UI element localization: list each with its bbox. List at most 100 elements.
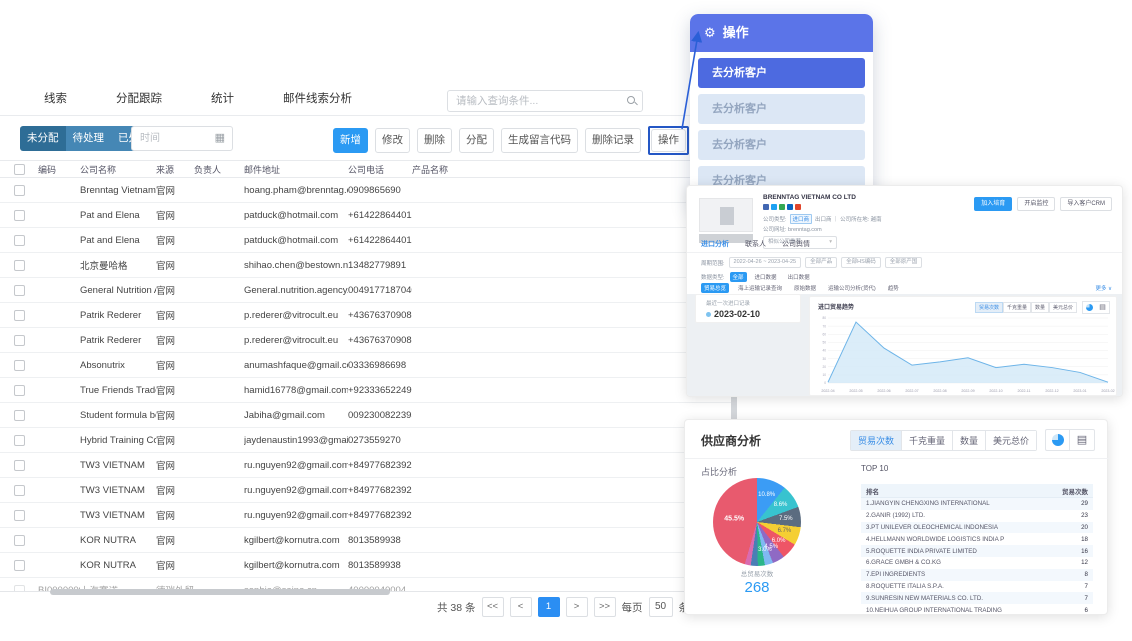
preview-subtab[interactable]: 运输公司分析(货代) [825, 283, 879, 293]
table-row[interactable]: True Friends Traders 官网 hamid16778@gmail… [0, 378, 737, 403]
preview-card-tab[interactable]: 公司舆情 [782, 239, 810, 253]
search-icon[interactable] [627, 96, 635, 104]
table-view-icon[interactable]: ▤ [1096, 302, 1109, 313]
trend-metric-chip[interactable]: 数量 [1031, 302, 1049, 313]
preview-subtab[interactable]: 原始数据 [791, 283, 819, 293]
row-checkbox[interactable] [14, 260, 25, 271]
toolbar-button[interactable]: 生成留言代码 [501, 128, 578, 153]
horizontal-scrollbar-thumb[interactable] [50, 589, 390, 595]
pie-view-icon[interactable] [1046, 430, 1070, 450]
supplier-metric-chip[interactable]: 美元总价 [986, 431, 1036, 450]
preview-card-tab[interactable]: 进口分析 [701, 239, 729, 253]
table-row[interactable]: KOR NUTRA 官网 kgilbert@kornutra.com 80135… [0, 528, 737, 553]
action-menu-item-analyze-customer[interactable]: 去分析客户 [698, 58, 865, 88]
supplier-metric-chip[interactable]: 千克重量 [902, 431, 953, 450]
row-checkbox[interactable] [14, 385, 25, 396]
table-row[interactable]: Absonutrix 官网 anumashfaque@gmail.com 033… [0, 353, 737, 378]
row-checkbox[interactable] [14, 360, 25, 371]
trend-metric-chip[interactable]: 千克重量 [1003, 302, 1031, 313]
pagination-next-button[interactable]: > [566, 597, 588, 617]
filter-select[interactable]: 全部HS编码 [841, 257, 881, 268]
preview-card-button[interactable]: 开启监控 [1017, 197, 1055, 211]
row-checkbox[interactable] [14, 310, 25, 321]
supplier-metric-chip[interactable]: 数量 [953, 431, 986, 450]
row-checkbox[interactable] [14, 235, 25, 246]
filter-select[interactable]: 全部产品 [805, 257, 837, 268]
top10-row[interactable]: 3.PT UNILEVER OLEOCHEMICAL INDONESIA 20 [861, 522, 1093, 534]
more-link[interactable]: 更多 ∨ [1095, 284, 1112, 292]
row-checkbox[interactable] [14, 335, 25, 346]
row-checkbox[interactable] [14, 510, 25, 521]
table-row[interactable]: Pat and Elena 官网 patduck@hotmail.com +61… [0, 228, 737, 253]
trend-metric-chip[interactable]: 贸易次数 [975, 302, 1003, 313]
data-type-option[interactable]: 出口数据 [785, 272, 813, 282]
table-row[interactable]: 北京曼哈格 官网 shihao.chen@bestown.net.cn 1348… [0, 253, 737, 278]
row-checkbox[interactable] [14, 460, 25, 471]
table-row[interactable]: Hybrid Training Co 官网 jaydenaustin1993@g… [0, 428, 737, 453]
row-checkbox[interactable] [14, 410, 25, 421]
data-type-option[interactable]: 全部 [730, 272, 747, 282]
leads-tab[interactable]: 线索 [44, 85, 67, 116]
data-type-option[interactable]: 进口数据 [752, 272, 780, 282]
preview-card-button[interactable]: 加入培育 [974, 197, 1012, 211]
preview-subtab[interactable]: 贸易总览 [701, 283, 729, 293]
top10-row[interactable]: 7.EPI INGREDIENTS 8 [861, 569, 1093, 581]
row-checkbox[interactable] [14, 285, 25, 296]
top10-row[interactable]: 1.JIANGYIN CHENGXING INTERNATIONAL 29 [861, 498, 1093, 510]
toolbar-button[interactable]: 分配 [459, 128, 494, 153]
action-menu-item-analyze-customer[interactable]: 去分析客户 [698, 130, 865, 160]
table-row[interactable]: TW3 VIETNAM 官网 ru.nguyen92@gmail.com +84… [0, 453, 737, 478]
date-filter-input[interactable]: 时间 ▦ [131, 126, 233, 151]
row-checkbox[interactable] [14, 535, 25, 546]
top10-row[interactable]: 5.ROQUETTE INDIA PRIVATE LIMITED 16 [861, 545, 1093, 557]
table-row[interactable]: TW3 VIETNAM 官网 ru.nguyen92@gmail.com +84… [0, 503, 737, 528]
pagination-first-button[interactable]: << [482, 597, 504, 617]
trend-metric-chip[interactable]: 美元总价 [1049, 302, 1077, 313]
social-icon[interactable] [779, 204, 785, 210]
toolbar-button[interactable]: 删除 [417, 128, 452, 153]
table-row[interactable]: TW3 VIETNAM 官网 ru.nguyen92@gmail.com +84… [0, 478, 737, 503]
chart-view-icon[interactable] [1083, 302, 1096, 313]
toolbar-button[interactable]: 修改 [375, 128, 410, 153]
date-range-picker[interactable]: 2022-04-26 ~ 2023-04-25 [729, 257, 802, 268]
row-checkbox[interactable] [14, 585, 25, 593]
search-input[interactable] [448, 91, 618, 111]
table-row[interactable]: KOR NUTRA 官网 kgilbert@kornutra.com 80135… [0, 553, 737, 578]
preview-subtab[interactable]: 海上运输记录查询 [735, 283, 785, 293]
select-all-checkbox[interactable] [14, 164, 25, 175]
table-row[interactable]: General Nutrition Agency ... 官网 General.… [0, 278, 737, 303]
social-icon[interactable] [763, 204, 769, 210]
social-icon[interactable] [771, 204, 777, 210]
table-row[interactable]: Pat and Elena 官网 patduck@hotmail.com +61… [0, 203, 737, 228]
top10-row[interactable]: 4.HELLMANN WORLDWIDE LOGISTICS INDIA P 1… [861, 533, 1093, 545]
preview-card-tab[interactable]: 联系人 [745, 239, 766, 253]
table-row[interactable]: Patrik Rederer 官网 p.rederer@vitrocult.eu… [0, 303, 737, 328]
top10-row[interactable]: 6.GRACE GMBH & CO.KG 12 [861, 557, 1093, 569]
row-checkbox[interactable] [14, 485, 25, 496]
status-filter-button[interactable]: 未分配 [20, 126, 66, 151]
toolbar-button[interactable]: 删除记录 [585, 128, 641, 153]
list-view-icon[interactable]: ▤ [1070, 430, 1094, 450]
top10-row[interactable]: 8.ROQUETTE ITALIA S.P.A. 7 [861, 581, 1093, 593]
action-button[interactable]: 操作 [651, 129, 686, 152]
leads-tab[interactable]: 邮件线索分析 [283, 85, 352, 116]
table-row[interactable]: Patrik Rederer 官网 p.rederer@vitrocult.eu… [0, 328, 737, 353]
top10-row[interactable]: 9.SUNRESIN NEW MATERIALS CO. LTD. 7 [861, 592, 1093, 604]
row-checkbox[interactable] [14, 435, 25, 446]
preview-card-button[interactable]: 导入客户CRM [1060, 197, 1112, 211]
top10-row[interactable]: 2.GANIR (1992) LTD. 23 [861, 510, 1093, 522]
pagination-page-1[interactable]: 1 [538, 597, 560, 617]
table-row[interactable]: Student formula botanica 官网 Jabiha@gmail… [0, 403, 737, 428]
social-icon[interactable] [787, 204, 793, 210]
table-row[interactable]: Brenntag Vietnam Co. LTD 官网 hoang.pham@b… [0, 178, 737, 203]
pagination-prev-button[interactable]: < [510, 597, 532, 617]
supplier-metric-chip[interactable]: 贸易次数 [851, 431, 902, 450]
action-menu-item-analyze-customer[interactable]: 去分析客户 [698, 94, 865, 124]
row-checkbox[interactable] [14, 560, 25, 571]
row-checkbox[interactable] [14, 185, 25, 196]
toolbar-button[interactable]: 新增 [333, 128, 368, 153]
pagination-last-button[interactable]: >> [594, 597, 616, 617]
status-filter-button[interactable]: 待处理 [66, 126, 112, 151]
leads-tab[interactable]: 统计 [211, 85, 234, 116]
top10-row[interactable]: 10.NEIHUA GROUP INTERNATIONAL TRADING 6 [861, 604, 1093, 616]
